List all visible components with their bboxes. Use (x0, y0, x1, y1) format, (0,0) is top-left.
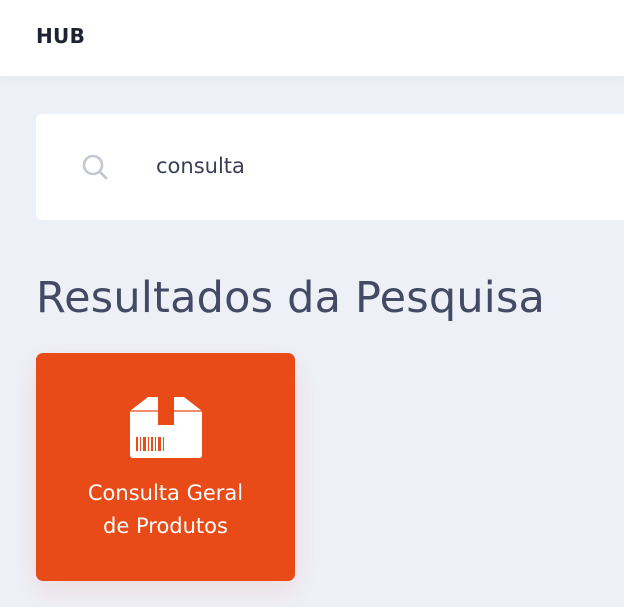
search-icon[interactable] (80, 152, 110, 182)
result-card-label: Consulta Geral de Produtos (36, 477, 295, 543)
app-brand[interactable]: HUB (36, 24, 85, 48)
package-barcode-icon (130, 397, 202, 458)
search-input[interactable] (156, 148, 596, 184)
result-card-label-line1: Consulta Geral (87, 481, 244, 505)
results-title: Resultados da Pesquisa (36, 273, 546, 323)
result-card-label-line2: de Produtos (103, 514, 228, 538)
top-bar: HUB (0, 0, 624, 76)
result-card-consulta-geral-produtos[interactable]: Consulta Geral de Produtos (36, 353, 295, 581)
